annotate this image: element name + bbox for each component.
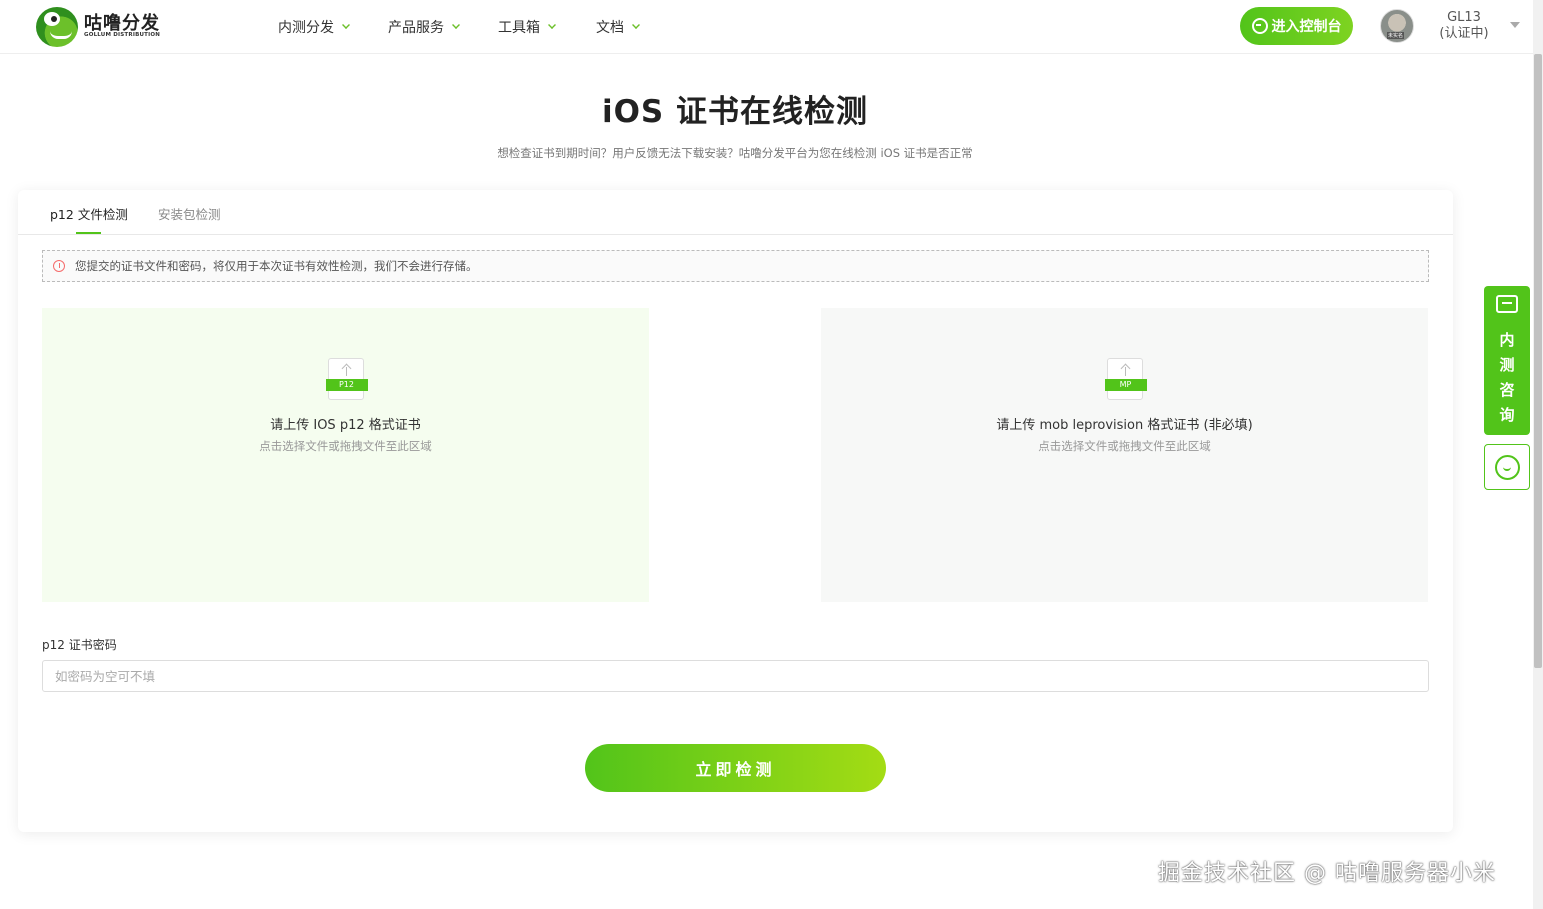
nav-item-label: 产品服务 [388, 20, 444, 36]
logo-subtitle: GOLLUM DISTRIBUTION [84, 32, 160, 38]
info-icon [53, 260, 65, 272]
nav-item-docs[interactable]: 文档 [596, 0, 640, 54]
password-label: p12 证书密码 [42, 638, 117, 652]
wechat-button[interactable] [1484, 444, 1530, 490]
enter-console-button[interactable]: 进入控制台 [1240, 7, 1353, 45]
wechat-icon [1495, 455, 1520, 480]
enter-icon [1251, 18, 1268, 34]
nav-item-label: 工具箱 [498, 20, 540, 36]
upload-hint: 点击选择文件或拖拽文件至此区域 [259, 439, 432, 453]
check-card: p12 文件检测 安装包检测 您提交的证书文件和密码，将仅用于本次证书有效性检测… [18, 190, 1453, 832]
page-subtitle: 想检查证书到期时间？用户反馈无法下载安装？咕噜分发平台为您在线检测 iOS 证书… [497, 146, 973, 160]
active-tab-indicator [76, 232, 101, 234]
mobileprovision-upload-area[interactable]: MP 请上传 mob leprovision 格式证书 (非必填) 点击选择文件… [821, 308, 1428, 602]
avatar[interactable] [1380, 9, 1414, 43]
nav-item-label: 文档 [596, 20, 624, 36]
tab-p12-check[interactable]: p12 文件检测 [50, 204, 128, 223]
chevron-down-icon [632, 21, 640, 29]
caret-down-icon[interactable] [1510, 22, 1520, 28]
chevron-down-icon [342, 21, 350, 29]
password-input[interactable] [42, 660, 1429, 692]
user-status: (认证中) [1439, 26, 1489, 41]
top-header: 咕噜分发 GOLLUM DISTRIBUTION 内测分发 产品服务 工具箱 文… [0, 0, 1533, 54]
nav-item-toolbox[interactable]: 工具箱 [498, 0, 556, 54]
consult-label: 内测咨询 [1499, 331, 1515, 424]
nav-item-label: 内测分发 [278, 20, 334, 36]
logo[interactable]: 咕噜分发 GOLLUM DISTRIBUTION [36, 5, 166, 47]
scrollbar-thumb[interactable] [1534, 54, 1542, 668]
upload-file-icon: MP [1104, 358, 1147, 400]
beta-consult-button[interactable]: 内测咨询 [1484, 286, 1530, 435]
file-type-tag: P12 [325, 379, 368, 391]
nav-item-products[interactable]: 产品服务 [388, 0, 460, 54]
chat-icon [1496, 295, 1518, 313]
file-type-tag: MP [1104, 379, 1147, 391]
privacy-notice: 您提交的证书文件和密码，将仅用于本次证书有效性检测，我们不会进行存储。 [42, 250, 1429, 282]
upload-title: 请上传 IOS p12 格式证书 [270, 418, 421, 433]
enter-console-label: 进入控制台 [1271, 19, 1342, 35]
upload-hint: 点击选择文件或拖拽文件至此区域 [1038, 439, 1211, 453]
p12-upload-area[interactable]: P12 请上传 IOS p12 格式证书 点击选择文件或拖拽文件至此区域 [42, 308, 649, 602]
upload-file-icon: P12 [325, 358, 368, 400]
user-name: GL13 [1447, 10, 1481, 25]
tab-package-check[interactable]: 安装包检测 [158, 204, 221, 223]
tab-bar: p12 文件检测 安装包检测 [18, 190, 1453, 235]
page-title: iOS 证书在线检测 [601, 94, 869, 130]
watermark: 掘金技术社区 @ 咕噜服务器小米 [1158, 861, 1496, 886]
main-nav: 内测分发 产品服务 工具箱 文档 [278, 0, 640, 54]
chevron-down-icon [548, 21, 556, 29]
upload-title: 请上传 mob leprovision 格式证书 (非必填) [996, 418, 1253, 433]
check-now-button[interactable]: 立即检测 [585, 744, 886, 792]
logo-icon [36, 7, 78, 47]
nav-item-beta-distribution[interactable]: 内测分发 [278, 0, 350, 54]
user-menu[interactable]: GL13 (认证中) [1426, 10, 1502, 42]
chevron-down-icon [452, 21, 460, 29]
notice-text: 您提交的证书文件和密码，将仅用于本次证书有效性检测，我们不会进行存储。 [75, 259, 478, 273]
